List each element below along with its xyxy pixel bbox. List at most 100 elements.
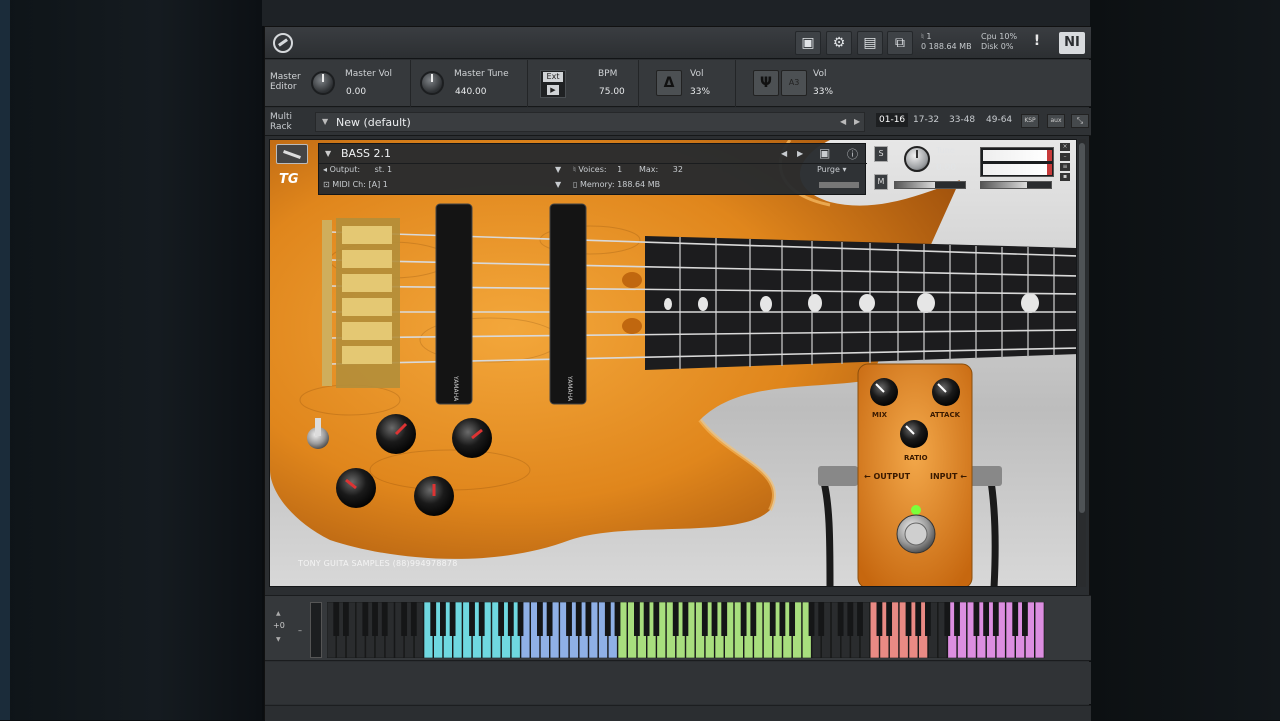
master-vol-knob[interactable]: [311, 71, 335, 95]
black-key[interactable]: [711, 602, 718, 636]
rack-scrollbar[interactable]: [1078, 139, 1086, 587]
warning-icon[interactable]: !: [1030, 33, 1044, 49]
piano-keyboard[interactable]: [327, 602, 1047, 658]
ref-vol-value[interactable]: 33%: [813, 87, 833, 97]
black-key[interactable]: [1022, 602, 1028, 636]
instrument-name[interactable]: BASS 2.1: [341, 147, 391, 160]
master-tune-value[interactable]: 440.00: [455, 87, 487, 97]
metronome-icon[interactable]: Δ: [656, 70, 682, 96]
black-key[interactable]: [915, 602, 922, 636]
black-key[interactable]: [905, 602, 912, 636]
black-key[interactable]: [750, 602, 757, 636]
black-key[interactable]: [1012, 602, 1019, 636]
black-key[interactable]: [769, 602, 776, 636]
ext-sync-box[interactable]: Ext ▶: [540, 70, 566, 98]
black-key[interactable]: [808, 602, 815, 636]
aux-button[interactable]: aux: [1047, 114, 1065, 128]
black-key[interactable]: [682, 602, 689, 636]
page-49-64-tab[interactable]: 49-64: [986, 115, 1012, 125]
bpm-value[interactable]: 75.00: [599, 87, 625, 97]
kontakt-logo-icon[interactable]: [273, 33, 293, 53]
minimize-view-button[interactable]: ⧉: [887, 31, 913, 55]
black-key[interactable]: [343, 602, 349, 636]
black-key[interactable]: [449, 602, 456, 636]
scrollbar-thumb[interactable]: [1079, 143, 1085, 513]
page-17-32-tab[interactable]: 17-32: [913, 115, 939, 125]
black-key[interactable]: [362, 602, 369, 636]
page-01-16-tab[interactable]: 01-16: [876, 113, 909, 127]
black-key[interactable]: [643, 602, 650, 636]
black-key[interactable]: [837, 602, 844, 636]
mute-button[interactable]: M: [874, 174, 888, 190]
options-button[interactable]: ⚙: [826, 31, 852, 55]
black-key[interactable]: [672, 602, 679, 636]
page-33-48-tab[interactable]: 33-48: [949, 115, 975, 125]
octave-up-icon[interactable]: ▲: [276, 610, 281, 617]
black-key[interactable]: [721, 602, 728, 636]
instrument-next-icon[interactable]: ▶: [797, 149, 803, 158]
collapse-icon[interactable]: ⤡: [1071, 114, 1089, 128]
black-key[interactable]: [740, 602, 747, 636]
camera-icon[interactable]: ▣: [819, 146, 830, 160]
black-key[interactable]: [653, 602, 660, 636]
multi-preset-field[interactable]: ▼ New (default) ◀ ▶: [315, 112, 865, 132]
save-button[interactable]: ▣: [795, 31, 821, 55]
ext-button[interactable]: Ext: [543, 72, 563, 82]
black-key[interactable]: [925, 602, 931, 636]
preset-next-icon[interactable]: ▶: [854, 117, 860, 126]
output-dropdown-icon[interactable]: ▼: [555, 165, 561, 174]
ni-logo-button[interactable]: NI: [1059, 32, 1085, 54]
pv-icon[interactable]: ▪: [1060, 173, 1070, 181]
black-key[interactable]: [430, 602, 437, 636]
black-key[interactable]: [478, 602, 485, 636]
black-key[interactable]: [992, 602, 999, 636]
black-key[interactable]: [789, 602, 796, 636]
black-key[interactable]: [440, 602, 446, 636]
black-key[interactable]: [954, 602, 960, 636]
black-key[interactable]: [469, 602, 475, 636]
close-instrument-icon[interactable]: ×: [1060, 143, 1070, 151]
black-key[interactable]: [498, 602, 505, 636]
black-key[interactable]: [381, 602, 388, 636]
instrument-prev-icon[interactable]: ◀: [781, 149, 787, 158]
volume-slider[interactable]: [980, 181, 1052, 189]
master-vol-value[interactable]: 0.00: [346, 87, 366, 97]
black-key[interactable]: [701, 602, 708, 636]
black-key[interactable]: [517, 602, 524, 636]
info-icon[interactable]: ⓘ: [847, 146, 858, 162]
black-key[interactable]: [575, 602, 582, 636]
black-key[interactable]: [876, 602, 883, 636]
purge-button[interactable]: Purge ▾: [817, 165, 846, 174]
master-tune-knob[interactable]: [420, 71, 444, 95]
instrument-collapse-icon[interactable]: ▼: [325, 149, 331, 158]
black-key[interactable]: [973, 602, 980, 636]
midi-row[interactable]: ⊡ MIDI Ch: [A] 1: [323, 180, 388, 189]
rack-view-button[interactable]: ▤: [857, 31, 883, 55]
black-key[interactable]: [779, 602, 786, 636]
black-key[interactable]: [944, 602, 951, 636]
black-key[interactable]: [401, 602, 408, 636]
black-key[interactable]: [566, 602, 572, 636]
black-key[interactable]: [333, 602, 340, 636]
black-key[interactable]: [585, 602, 592, 636]
black-key[interactable]: [604, 602, 611, 636]
aux-sends-icon[interactable]: ≡: [1060, 163, 1070, 171]
black-key[interactable]: [983, 602, 990, 636]
solo-button[interactable]: S: [874, 146, 888, 162]
max-voices-row[interactable]: Max: 32: [639, 165, 683, 174]
black-key[interactable]: [372, 602, 378, 636]
black-key[interactable]: [857, 602, 863, 636]
black-key[interactable]: [546, 602, 553, 636]
output-row[interactable]: ◂ Output: st. 1: [323, 165, 392, 174]
black-key[interactable]: [847, 602, 854, 636]
black-key[interactable]: [614, 602, 621, 636]
octave-down-icon[interactable]: ▼: [276, 636, 281, 643]
tuning-fork-icon[interactable]: Ψ: [753, 70, 779, 96]
black-key[interactable]: [410, 602, 417, 636]
black-key[interactable]: [634, 602, 640, 636]
white-key[interactable]: [1034, 602, 1045, 658]
minimize-instrument-icon[interactable]: –: [1060, 153, 1070, 161]
pitch-wheel[interactable]: [310, 602, 322, 658]
black-key[interactable]: [507, 602, 514, 636]
black-key[interactable]: [818, 602, 825, 636]
